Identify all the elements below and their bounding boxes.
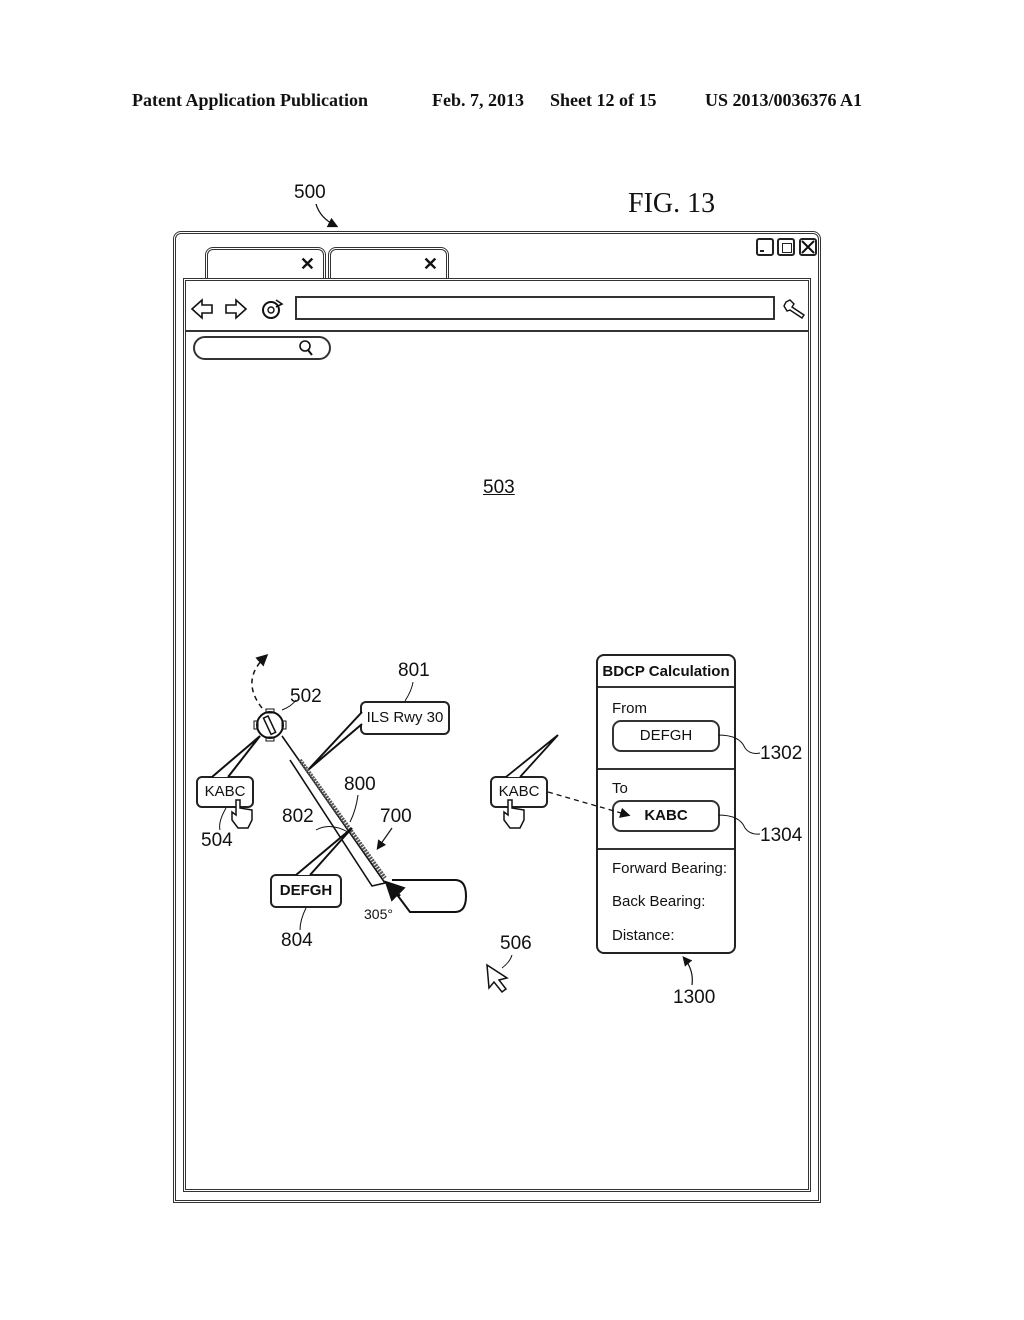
wrench-icon[interactable]: [783, 299, 805, 319]
back-icon[interactable]: [190, 298, 213, 320]
route-line: [281, 735, 387, 887]
forward-icon[interactable]: [225, 298, 248, 320]
drawing-overlay: [190, 203, 815, 994]
close-icon: [801, 240, 815, 254]
hand-cursor-icon: [231, 799, 253, 829]
hand-cursor-icon: [503, 799, 525, 829]
drag-line: [547, 791, 631, 818]
rotate-arrow: [251, 653, 269, 709]
refresh-icon[interactable]: [262, 299, 284, 319]
heading-pointer: [391, 879, 468, 913]
pointer-cursor-icon: [486, 963, 509, 994]
leader-500: [315, 203, 339, 228]
search-icon[interactable]: [299, 340, 313, 356]
